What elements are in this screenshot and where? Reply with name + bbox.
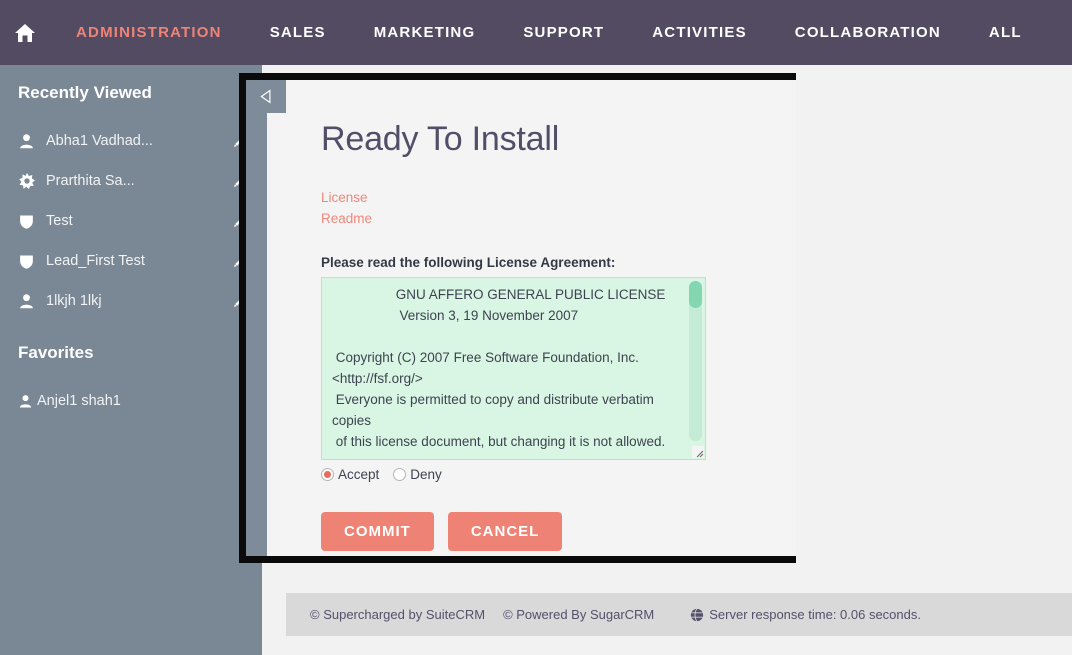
sidebar-item-label: Test: [46, 213, 73, 229]
back-triangle-icon[interactable]: [246, 80, 286, 113]
modal-left-rail: [246, 80, 267, 556]
footer-supercharged-text: © Supercharged by SuiteCRM: [310, 607, 486, 622]
nav-item-support[interactable]: SUPPORT: [499, 24, 628, 41]
sidebar: Recently Viewed Abha1 Vadhad... Prarthit…: [0, 65, 262, 655]
license-choice-group: Accept Deny: [321, 467, 796, 482]
star-icon: [18, 172, 40, 190]
page-root: ADMINISTRATION SALES MARKETING SUPPORT A…: [0, 0, 1072, 655]
sidebar-item-lead-first-test[interactable]: Lead_First Test: [0, 241, 262, 281]
user-icon: [18, 394, 35, 409]
favorites-heading: Favorites: [18, 343, 94, 362]
sidebar-item-label: 1lkjh 1lkj: [46, 293, 102, 309]
radio-accept-icon[interactable]: [321, 468, 334, 481]
page-title: Ready To Install: [321, 120, 560, 158]
sidebar-item-abha1-vadhad[interactable]: Abha1 Vadhad...: [0, 121, 262, 161]
install-modal: Ready To Install License Readme Please r…: [239, 73, 796, 563]
server-response-time: Server response time: 0.06 seconds.: [690, 607, 921, 622]
license-link[interactable]: License: [321, 187, 796, 208]
sidebar-item-label: Prarthita Sa...: [46, 173, 135, 189]
sidebar-item-prarthita-sa[interactable]: Prarthita Sa...: [0, 161, 262, 201]
agreement-label: Please read the following License Agreem…: [321, 255, 616, 270]
shield-icon: [18, 253, 40, 270]
resize-grip-icon[interactable]: [692, 446, 704, 458]
nav-item-sales[interactable]: SALES: [246, 24, 350, 41]
accept-radio-option[interactable]: Accept: [321, 467, 379, 482]
accept-radio-label: Accept: [338, 467, 380, 482]
nav-item-marketing[interactable]: MARKETING: [350, 24, 500, 41]
license-textarea[interactable]: GNU AFFERO GENERAL PUBLIC LICENSE Versio…: [321, 277, 706, 460]
commit-button[interactable]: COMMIT: [321, 512, 434, 551]
nav-item-administration[interactable]: ADMINISTRATION: [52, 24, 246, 41]
recently-viewed-heading: Recently Viewed: [18, 83, 152, 102]
radio-deny-icon[interactable]: [393, 468, 407, 481]
sidebar-item-label: Lead_First Test: [46, 253, 145, 269]
modal-links: License Readme: [321, 187, 796, 229]
home-icon[interactable]: [10, 18, 40, 48]
cancel-button[interactable]: CANCEL: [447, 512, 563, 551]
sidebar-item-label: Abha1 Vadhad...: [46, 133, 153, 149]
deny-radio-option[interactable]: Deny: [393, 467, 442, 482]
nav-item-activities[interactable]: ACTIVITIES: [628, 24, 771, 41]
nav-item-collaboration[interactable]: COLLABORATION: [771, 24, 965, 41]
globe-icon: [690, 608, 704, 622]
license-scrollbar-thumb[interactable]: [689, 281, 702, 308]
page-footer: © Supercharged by SuiteCRM © Powered By …: [286, 593, 1072, 636]
footer-powered-text: © Powered By SugarCRM: [503, 607, 655, 622]
nav-list: ADMINISTRATION SALES MARKETING SUPPORT A…: [52, 24, 1046, 41]
modal-content: Ready To Install License Readme Please r…: [267, 80, 796, 556]
readme-link[interactable]: Readme: [321, 208, 796, 229]
favorites-item-anjel1-shah1[interactable]: Anjel1 shah1: [0, 381, 262, 421]
user-icon: [18, 293, 40, 310]
top-navigation-bar: ADMINISTRATION SALES MARKETING SUPPORT A…: [0, 0, 1072, 65]
license-text-content: GNU AFFERO GENERAL PUBLIC LICENSE Versio…: [332, 287, 666, 449]
sidebar-item-1lkjh-1lkj[interactable]: 1lkjh 1lkj: [0, 281, 262, 321]
license-scrollbar[interactable]: [689, 281, 702, 441]
shield-icon: [18, 213, 40, 230]
user-icon: [18, 133, 40, 150]
nav-item-all[interactable]: ALL: [965, 24, 1046, 41]
sidebar-item-test[interactable]: Test: [0, 201, 262, 241]
modal-actions: COMMIT CANCEL: [321, 512, 796, 551]
deny-radio-label: Deny: [410, 467, 442, 482]
server-response-label: Server response time: 0.06 seconds.: [709, 607, 921, 622]
favorites-item-label: Anjel1 shah1: [37, 393, 121, 409]
